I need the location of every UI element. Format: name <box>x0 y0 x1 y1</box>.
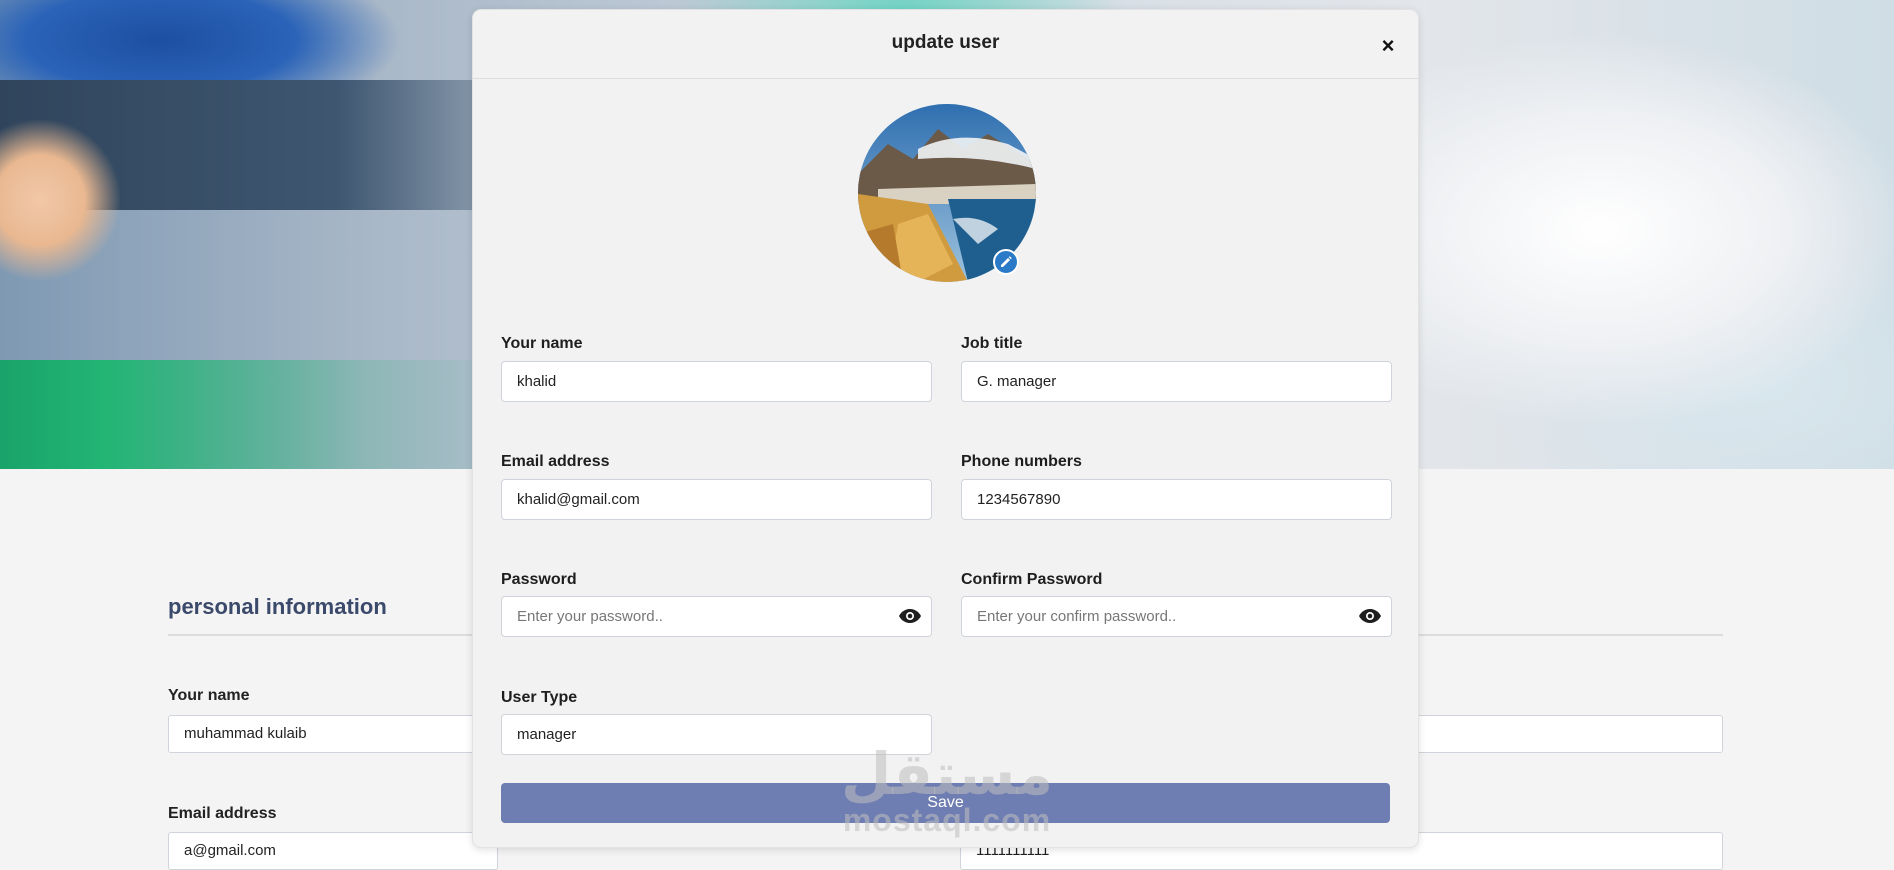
save-button[interactable]: Save <box>501 783 1390 823</box>
bg-name-label: Your name <box>168 687 250 704</box>
password-input[interactable] <box>501 596 932 637</box>
user-type-input[interactable] <box>501 714 932 755</box>
modal-title: update user <box>891 32 1000 53</box>
hero-shape <box>0 360 520 469</box>
bg-name-field[interactable]: muhammad kulaib <box>168 715 498 753</box>
name-input[interactable] <box>501 361 932 402</box>
close-icon[interactable]: × <box>1378 35 1398 57</box>
eye-icon[interactable] <box>1358 608 1382 624</box>
modal-header: update user × <box>473 10 1418 79</box>
pencil-icon[interactable] <box>993 249 1019 275</box>
phone-input[interactable] <box>961 479 1392 520</box>
eye-icon[interactable] <box>898 608 922 624</box>
confirm-password-label: Confirm Password <box>961 571 1103 588</box>
job-title-input[interactable] <box>961 361 1392 402</box>
name-label: Your name <box>501 335 583 352</box>
user-type-label: User Type <box>501 689 578 706</box>
password-label: Password <box>501 571 577 588</box>
job-title-label: Job title <box>961 335 1023 352</box>
section-title: personal information <box>168 594 387 619</box>
confirm-password-input[interactable] <box>961 596 1392 637</box>
bg-email-field[interactable]: a@gmail.com <box>168 832 498 870</box>
phone-label: Phone numbers <box>961 453 1082 470</box>
update-user-modal: update user × Your name khalid Job title… <box>472 9 1419 848</box>
hero-shape <box>0 120 120 280</box>
email-label: Email address <box>501 453 610 470</box>
bg-job-field[interactable] <box>1400 715 1723 753</box>
email-input[interactable] <box>501 479 932 520</box>
bg-email-label: Email address <box>168 805 277 822</box>
